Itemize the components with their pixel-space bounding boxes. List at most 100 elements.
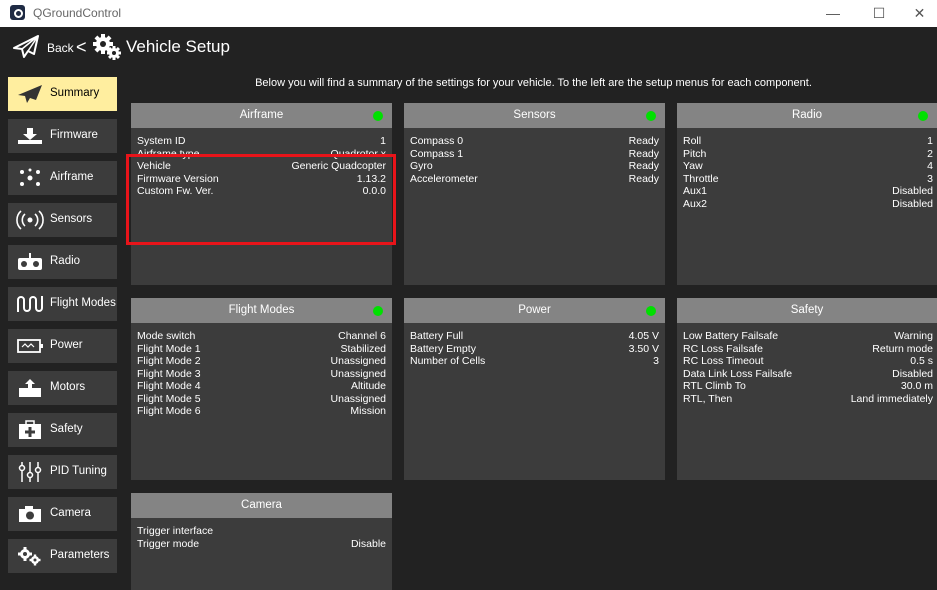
card-title: Camera — [241, 499, 282, 511]
row-label: Number of Cells — [410, 355, 486, 367]
table-row: Gyro Ready — [410, 160, 659, 173]
close-button[interactable]: ✕ — [902, 3, 937, 25]
table-row: Flight Mode 3 Unassigned — [137, 368, 386, 381]
power-summary-card[interactable]: Power Battery Full 4.05 V Battery Empty 3.… — [404, 298, 665, 480]
row-label: Aux2 — [683, 197, 707, 210]
row-label: Compass 1 — [410, 147, 464, 160]
row-label: Battery Empty — [410, 342, 476, 355]
row-value: Ready — [628, 172, 659, 185]
card-header[interactable]: Safety — [677, 298, 937, 323]
row-label: Yaw — [683, 160, 703, 172]
table-row: Roll 1 — [683, 135, 933, 148]
sidebar-item-summary[interactable]: Summary — [8, 77, 117, 111]
sidebar-item-label: Firmware — [50, 129, 98, 141]
row-label: Pitch — [683, 147, 707, 160]
status-ok-icon — [646, 306, 656, 316]
row-label: Throttle — [683, 172, 719, 185]
back-button[interactable]: Back — [47, 41, 74, 55]
table-row: Aux2 Disabled — [683, 198, 933, 211]
sidebar-item-radio[interactable]: Radio — [8, 245, 117, 279]
gears-icon — [18, 547, 41, 566]
row-label: Flight Mode 1 — [137, 342, 201, 355]
row-value: Unassigned — [330, 367, 386, 380]
maximize-button[interactable]: ☐ — [856, 3, 902, 25]
table-row: Flight Mode 6 Mission — [137, 405, 386, 418]
sidebar-item-motors[interactable]: Motors — [8, 371, 117, 405]
table-row: RC Loss Timeout 0.5 s — [683, 355, 933, 368]
row-label: Flight Mode 6 — [137, 405, 201, 417]
row-value: Ready — [628, 147, 659, 160]
sidebar-item-airframe[interactable]: Airframe — [8, 161, 117, 195]
sidebar-item-safety[interactable]: Safety — [8, 413, 117, 447]
row-value: 4.05 V — [628, 330, 659, 342]
card-header[interactable]: Power — [404, 298, 665, 323]
card-header[interactable]: Flight Modes — [131, 298, 392, 323]
sensors-summary-card[interactable]: Sensors Compass 0 Ready Compass 1 Ready Gy… — [404, 103, 665, 285]
breadcrumb-separator: < — [76, 37, 87, 57]
card-title: Power — [518, 304, 551, 316]
sidebar-item-camera[interactable]: Camera — [8, 497, 117, 531]
summary-description: Below you will find a summary of the set… — [255, 77, 812, 89]
card-title: Flight Modes — [228, 304, 295, 316]
row-value: Return mode — [872, 342, 933, 355]
row-value: Stabilized — [340, 342, 386, 355]
row-value: 30.0 m — [900, 380, 933, 392]
sidebar-item-flight-modes[interactable]: Flight Modes — [8, 287, 117, 321]
card-header[interactable]: Sensors — [404, 103, 665, 128]
camera-summary-card[interactable]: Camera Trigger interface Trigger mode Dis… — [131, 493, 392, 590]
table-row: Battery Empty 3.50 V — [410, 343, 659, 356]
airframe-icon — [20, 168, 40, 186]
row-label: System ID — [137, 135, 186, 147]
gears-icon — [93, 34, 121, 60]
card-header[interactable]: Airframe — [131, 103, 392, 128]
row-label: RTL, Then — [683, 392, 733, 405]
minimize-button[interactable]: — — [810, 3, 856, 25]
table-row: Accelerometer Ready — [410, 173, 659, 186]
sidebar-item-label: Camera — [50, 507, 91, 519]
row-label: RTL Climb To — [683, 380, 746, 392]
table-row: Aux1 Disabled — [683, 185, 933, 198]
paper-plane-icon[interactable] — [12, 35, 40, 59]
table-row: Compass 0 Ready — [410, 135, 659, 148]
card-title: Radio — [791, 109, 823, 121]
row-value: Ready — [628, 135, 659, 147]
sidebar-item-sensors[interactable]: Sensors — [8, 203, 117, 237]
row-value: Land immediately — [850, 392, 933, 405]
table-row: Flight Mode 2 Unassigned — [137, 355, 386, 368]
card-header[interactable]: Radio — [677, 103, 937, 128]
row-value: 3 — [653, 355, 659, 367]
row-label: RC Loss Failsafe — [683, 342, 763, 355]
table-row: Throttle 3 — [683, 173, 933, 186]
table-row: RTL Climb To 30.0 m — [683, 380, 933, 393]
safety-summary-card[interactable]: Safety Low Battery Failsafe Warning RC Lo… — [677, 298, 937, 480]
row-value: 1 — [380, 135, 386, 147]
sidebar-item-pid-tuning[interactable]: PID Tuning — [8, 455, 117, 489]
table-row: Trigger interface — [137, 525, 386, 538]
radio-summary-card[interactable]: Radio Roll 1 Pitch 2 Yaw 4 Throttle 3 Aux1 Di… — [677, 103, 937, 285]
status-ok-icon — [918, 111, 928, 121]
status-ok-icon — [373, 111, 383, 121]
flight-modes-summary-card[interactable]: Flight Modes Mode switch Channel 6 Flight… — [131, 298, 392, 480]
table-row: Compass 1 Ready — [410, 148, 659, 161]
sidebar-item-power[interactable]: Power — [8, 329, 117, 363]
window-title: QGroundControl — [33, 6, 122, 20]
sidebar-item-label: Radio — [50, 255, 81, 267]
row-label: Flight Mode 5 — [137, 392, 201, 405]
motor-icon — [19, 379, 41, 397]
row-value: 2 — [927, 147, 933, 160]
highlight-annotation-box — [126, 154, 396, 245]
row-label: Flight Mode 4 — [137, 380, 201, 392]
sidebar-item-label: Summary — [50, 87, 100, 99]
sidebar-item-parameters[interactable]: Parameters — [8, 539, 117, 573]
sidebar-item-firmware[interactable]: Firmware — [8, 119, 117, 153]
sidebar-item-label: Motors — [50, 381, 86, 393]
table-row: Pitch 2 — [683, 148, 933, 161]
row-value: Disabled — [892, 367, 933, 380]
row-label: Battery Full — [410, 330, 464, 342]
card-header[interactable]: Camera — [131, 493, 392, 518]
row-label: Low Battery Failsafe — [683, 330, 779, 342]
battery-icon — [17, 339, 43, 353]
sidebar-item-label: PID Tuning — [50, 465, 107, 477]
title-bar: QGroundControl — ☐ ✕ — [0, 0, 937, 27]
table-row: Flight Mode 1 Stabilized — [137, 343, 386, 356]
